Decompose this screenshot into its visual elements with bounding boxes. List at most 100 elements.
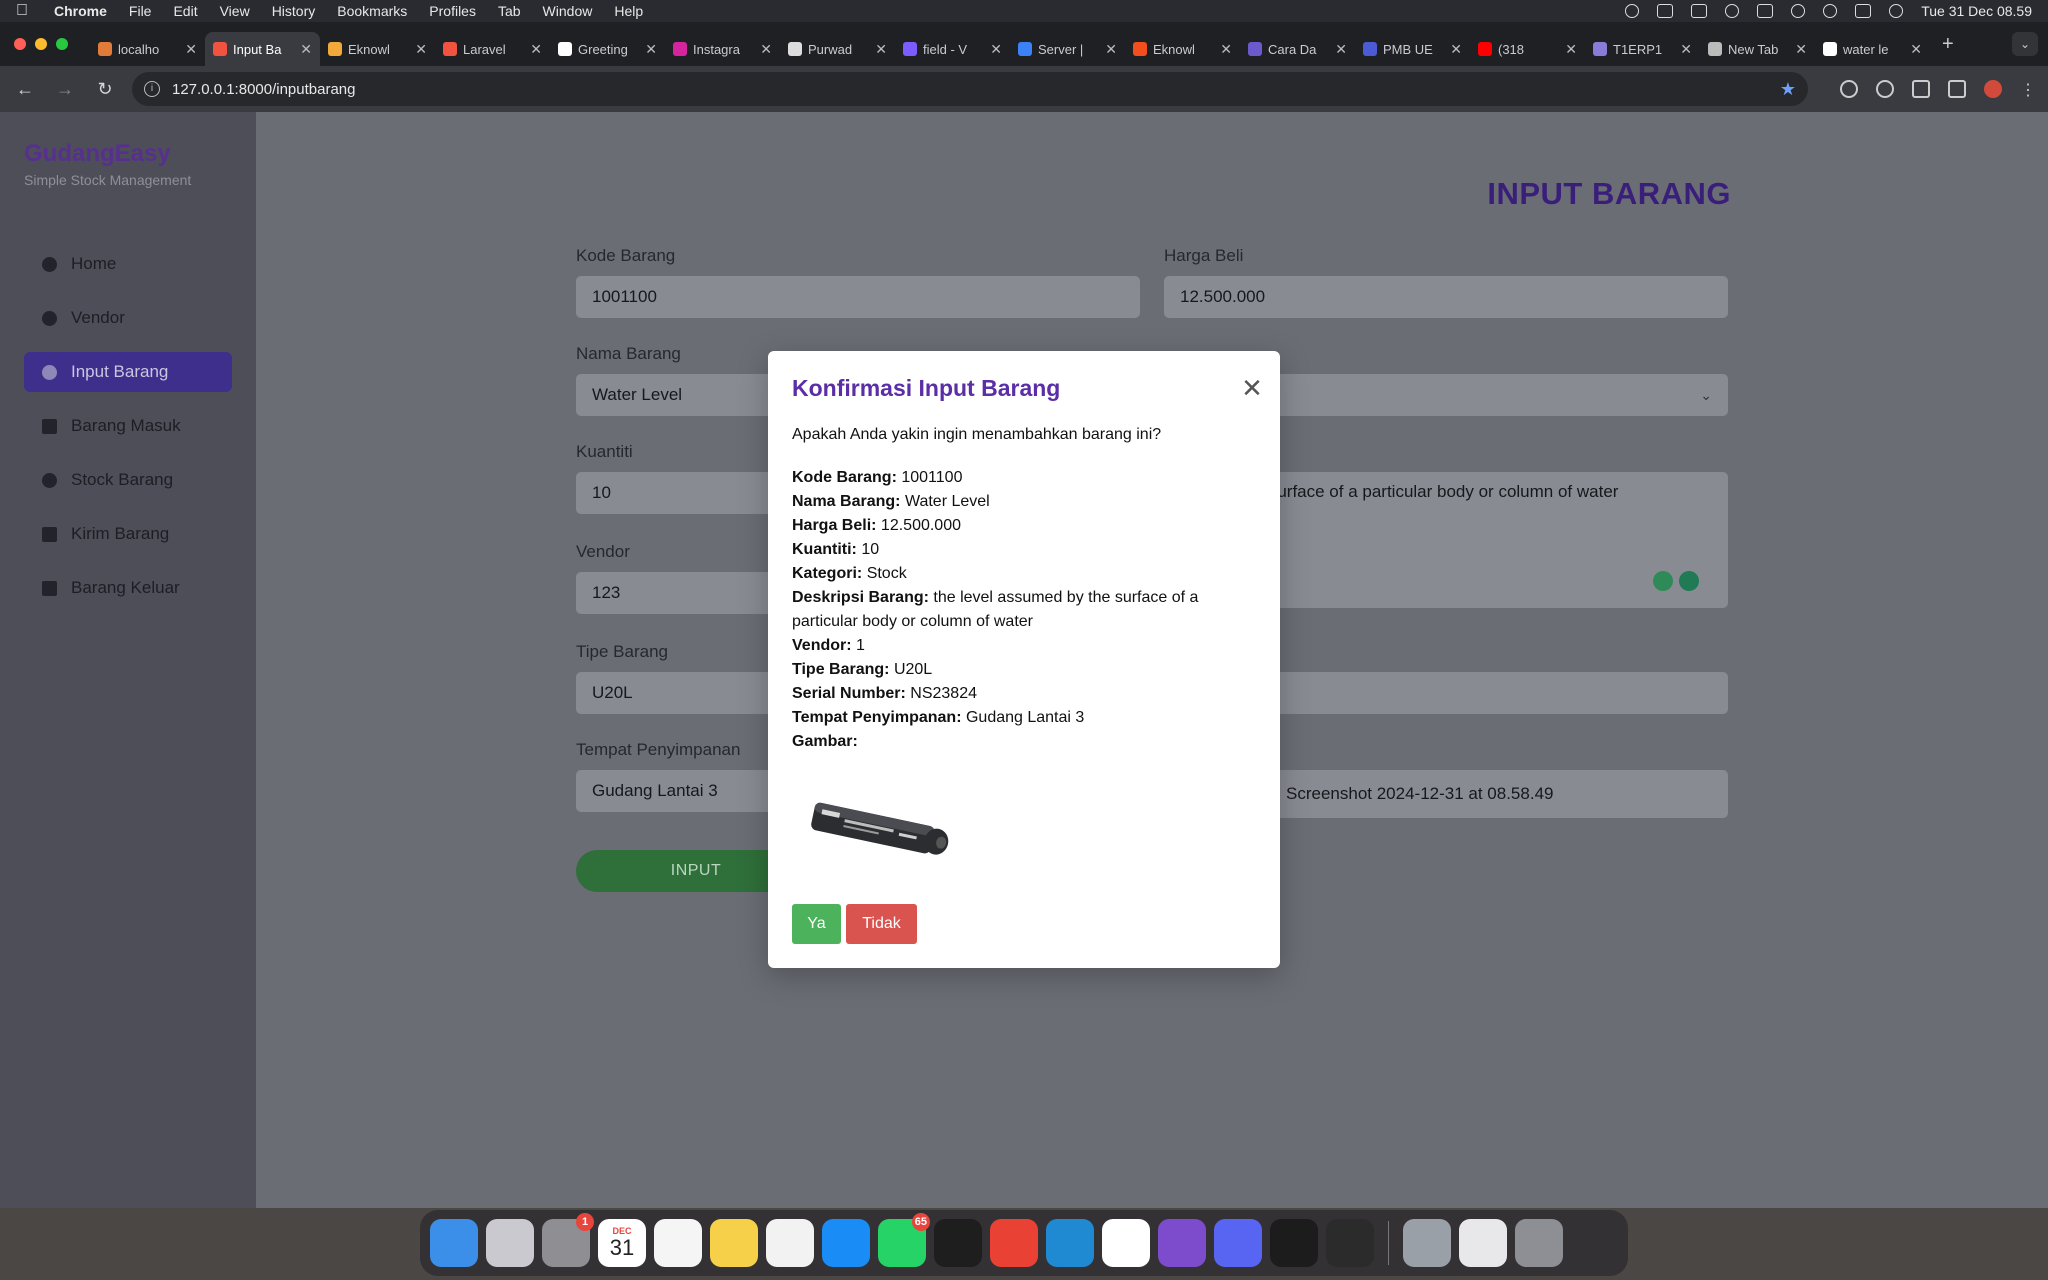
browser-tab[interactable]: Eknowl ✕ bbox=[320, 32, 435, 66]
harga-beli-input[interactable]: 12.500.000 bbox=[1164, 276, 1728, 318]
dock-figma-icon[interactable] bbox=[934, 1219, 982, 1267]
apple-icon[interactable]:  bbox=[16, 2, 38, 20]
tab-close-icon[interactable]: ✕ bbox=[1565, 41, 1577, 58]
reload-icon[interactable]: ↻ bbox=[92, 79, 118, 100]
tab-close-icon[interactable]: ✕ bbox=[990, 41, 1002, 58]
tab-close-icon[interactable]: ✕ bbox=[645, 41, 657, 58]
close-icon[interactable]: ✕ bbox=[1240, 375, 1264, 401]
puzzle-icon[interactable] bbox=[1912, 80, 1930, 98]
tab-close-icon[interactable]: ✕ bbox=[1105, 41, 1117, 58]
dock-launchpad-icon[interactable] bbox=[486, 1219, 534, 1267]
browser-tab[interactable]: New Tab ✕ bbox=[1700, 32, 1815, 66]
control-center-icon[interactable] bbox=[1855, 4, 1872, 18]
sync-icon[interactable] bbox=[1625, 4, 1640, 18]
browser-tab[interactable]: Input Ba ✕ bbox=[205, 32, 320, 66]
back-arrow-icon[interactable]: ← bbox=[12, 79, 38, 100]
menu-view[interactable]: View bbox=[220, 3, 250, 19]
sidebar-item-vendor[interactable]: Vendor bbox=[24, 298, 232, 338]
brand-name[interactable]: GudangEasy bbox=[24, 140, 232, 168]
menu-file[interactable]: File bbox=[129, 3, 152, 19]
volume-icon[interactable] bbox=[1691, 4, 1708, 18]
tab-close-icon[interactable]: ✕ bbox=[185, 41, 197, 58]
tab-close-icon[interactable]: ✕ bbox=[875, 41, 887, 58]
no-button[interactable]: Tidak bbox=[846, 904, 917, 944]
tab-close-icon[interactable]: ✕ bbox=[415, 41, 427, 58]
browser-tab[interactable]: Greeting ✕ bbox=[550, 32, 665, 66]
browser-tab[interactable]: field - V ✕ bbox=[895, 32, 1010, 66]
profile-avatar[interactable] bbox=[1984, 80, 2002, 98]
dock-settings-gear-icon[interactable] bbox=[1403, 1219, 1451, 1267]
dock-freeform-icon[interactable] bbox=[766, 1219, 814, 1267]
dock-vscode-icon[interactable] bbox=[1046, 1219, 1094, 1267]
browser-tab[interactable]: Laravel ✕ bbox=[435, 32, 550, 66]
battery-icon[interactable] bbox=[1757, 4, 1774, 18]
browser-tab[interactable]: localho ✕ bbox=[90, 32, 205, 66]
dock-discord-icon[interactable] bbox=[1214, 1219, 1262, 1267]
browser-tab[interactable]: T1ERP1 ✕ bbox=[1585, 32, 1700, 66]
sidebar-item-barang-keluar[interactable]: Barang Keluar bbox=[24, 568, 232, 608]
sidebar-item-input-barang[interactable]: Input Barang bbox=[24, 352, 232, 392]
dock-activity-monitor-icon[interactable] bbox=[1326, 1219, 1374, 1267]
tab-search-icon[interactable]: ⌄ bbox=[2012, 32, 2038, 56]
browser-tab[interactable]: water le ✕ bbox=[1815, 32, 1930, 66]
zoom-window-icon[interactable] bbox=[56, 38, 68, 50]
dock-downloads-stack-icon[interactable] bbox=[1459, 1219, 1507, 1267]
dock-calendar-icon[interactable]: DEC 31 bbox=[598, 1219, 646, 1267]
dock-notion-icon[interactable] bbox=[1102, 1219, 1150, 1267]
browser-tab[interactable]: Server | ✕ bbox=[1010, 32, 1125, 66]
address-bar[interactable]: i 127.0.0.1:8000/inputbarang ★ bbox=[132, 72, 1808, 106]
dock-notes-icon[interactable] bbox=[710, 1219, 758, 1267]
extension-icon[interactable] bbox=[1876, 80, 1894, 98]
tab-close-icon[interactable]: ✕ bbox=[760, 41, 772, 58]
browser-tab[interactable]: (318 ✕ bbox=[1470, 32, 1585, 66]
browser-tab[interactable]: Eknowl ✕ bbox=[1125, 32, 1240, 66]
tab-close-icon[interactable]: ✕ bbox=[1910, 41, 1922, 58]
play-icon[interactable] bbox=[1725, 4, 1740, 18]
menu-profiles[interactable]: Profiles bbox=[429, 3, 476, 19]
dock-github-desktop-icon[interactable] bbox=[1158, 1219, 1206, 1267]
wifi-icon[interactable] bbox=[1791, 4, 1806, 18]
browser-tab[interactable]: Instagra ✕ bbox=[665, 32, 780, 66]
bookmark-star-icon[interactable]: ★ bbox=[1780, 79, 1796, 100]
tab-close-icon[interactable]: ✕ bbox=[1450, 41, 1462, 58]
tab-close-icon[interactable]: ✕ bbox=[530, 41, 542, 58]
minimize-window-icon[interactable] bbox=[35, 38, 47, 50]
menubar-clock[interactable]: Tue 31 Dec 08.59 bbox=[1921, 3, 2032, 19]
dock-reminders-icon[interactable] bbox=[654, 1219, 702, 1267]
lightbulb-icon[interactable] bbox=[1653, 571, 1673, 591]
sidebar-item-home[interactable]: Home bbox=[24, 244, 232, 284]
tab-close-icon[interactable]: ✕ bbox=[1335, 41, 1347, 58]
media-icon[interactable] bbox=[1948, 80, 1966, 98]
url-text[interactable]: 127.0.0.1:8000/inputbarang bbox=[172, 81, 1768, 98]
close-window-icon[interactable] bbox=[14, 38, 26, 50]
menu-chrome[interactable]: Chrome bbox=[54, 3, 107, 19]
sidebar-item-stock-barang[interactable]: Stock Barang bbox=[24, 460, 232, 500]
menu-tab[interactable]: Tab bbox=[498, 3, 521, 19]
forward-arrow-icon[interactable]: → bbox=[52, 79, 78, 100]
menu-history[interactable]: History bbox=[272, 3, 316, 19]
sidebar-item-kirim-barang[interactable]: Kirim Barang bbox=[24, 514, 232, 554]
dock-terminal-icon[interactable] bbox=[1270, 1219, 1318, 1267]
site-info-icon[interactable]: i bbox=[144, 81, 160, 97]
tab-close-icon[interactable]: ✕ bbox=[1795, 41, 1807, 58]
browser-tab[interactable]: PMB UE ✕ bbox=[1355, 32, 1470, 66]
kode-barang-input[interactable]: 1001100 bbox=[576, 276, 1140, 318]
menu-edit[interactable]: Edit bbox=[173, 3, 197, 19]
browser-tab[interactable]: Purwad ✕ bbox=[780, 32, 895, 66]
dock-app-store-icon[interactable] bbox=[822, 1219, 870, 1267]
new-tab-button[interactable]: + bbox=[1942, 22, 1954, 66]
extension-icon[interactable] bbox=[1840, 80, 1858, 98]
more-menu-icon[interactable]: ⋮ bbox=[2020, 80, 2036, 99]
sidebar-item-barang-masuk[interactable]: Barang Masuk bbox=[24, 406, 232, 446]
dock-trash-icon[interactable] bbox=[1515, 1219, 1563, 1267]
grammarly-widget[interactable] bbox=[1653, 571, 1699, 591]
pen-icon[interactable] bbox=[1657, 4, 1674, 18]
dock-system-settings-icon[interactable]: 1 bbox=[542, 1213, 594, 1267]
menu-help[interactable]: Help bbox=[614, 3, 643, 19]
tab-close-icon[interactable]: ✕ bbox=[1680, 41, 1692, 58]
dock-whatsapp-icon[interactable]: 65 bbox=[878, 1213, 930, 1267]
menu-window[interactable]: Window bbox=[543, 3, 593, 19]
browser-tab[interactable]: Cara Da ✕ bbox=[1240, 32, 1355, 66]
siri-icon[interactable] bbox=[1889, 4, 1904, 18]
yes-button[interactable]: Ya bbox=[792, 904, 841, 944]
